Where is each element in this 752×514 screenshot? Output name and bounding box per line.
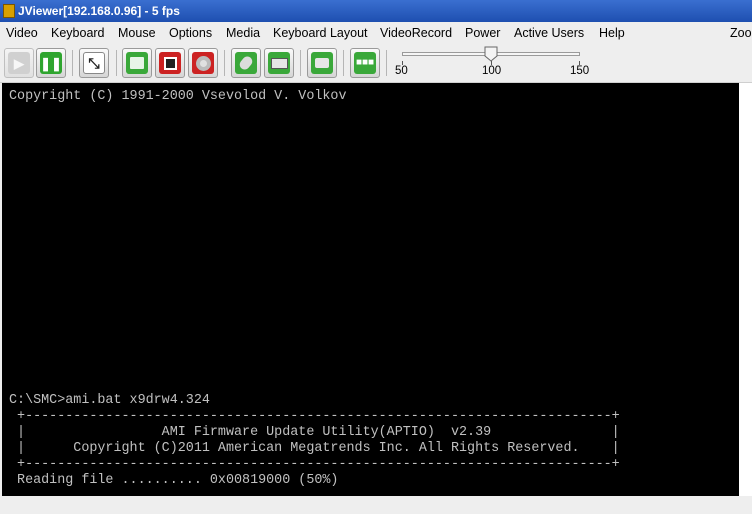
users-icon: ■■■ (354, 52, 376, 74)
play-icon: ▶ (8, 52, 30, 74)
title-bar: JViewer[192.168.0.96] - 5 fps (0, 0, 752, 22)
window-title: JViewer[192.168.0.96] - 5 fps (18, 4, 180, 18)
menu-media[interactable]: Media (226, 22, 260, 44)
canvas-margin (739, 83, 752, 496)
terminal-line: C:\SMC>ami.bat x9drw4.324 (9, 393, 210, 408)
toolbar-separator (386, 50, 387, 76)
zoom-label-max: 150 (570, 65, 590, 77)
keyboard-button[interactable] (264, 48, 294, 78)
toolbar-separator (300, 50, 301, 76)
fullscreen-icon: ⤡ (83, 52, 105, 74)
menu-options[interactable]: Options (169, 22, 212, 44)
terminal-line: +---------------------------------------… (9, 457, 620, 472)
toolbar-separator (72, 50, 73, 76)
save-icon (159, 52, 181, 74)
active-users-button[interactable]: ■■■ (350, 48, 380, 78)
menu-videorecord[interactable]: VideoRecord (380, 22, 452, 44)
camera-icon (311, 52, 333, 74)
toolbar-separator (224, 50, 225, 76)
video-record-button[interactable] (307, 48, 337, 78)
floppy-button[interactable] (122, 48, 152, 78)
toolbar-separator (343, 50, 344, 76)
mouse-button[interactable] (231, 48, 261, 78)
terminal-line: | AMI Firmware Update Utility(APTIO) v2.… (9, 425, 620, 440)
status-area (0, 496, 752, 514)
toolbar-separator (116, 50, 117, 76)
menu-zoom[interactable]: Zoo (730, 22, 752, 44)
terminal-line: Reading file .......... 0x00819000 (50%) (9, 473, 339, 488)
terminal-line: Copyright (C) 1991-2000 Vsevolod V. Volk… (9, 89, 347, 104)
remote-console-screen[interactable]: Copyright (C) 1991-2000 Vsevolod V. Volk… (2, 83, 739, 496)
cdrom-button[interactable] (188, 48, 218, 78)
zoom-slider-thumb[interactable] (484, 46, 498, 62)
play-button[interactable]: ▶ (4, 48, 34, 78)
menu-keyboard[interactable]: Keyboard (51, 22, 105, 44)
pause-button[interactable]: ❚❚ (36, 48, 66, 78)
terminal-line: +---------------------------------------… (9, 409, 620, 424)
pause-icon: ❚❚ (40, 52, 62, 74)
mouse-icon (235, 52, 257, 74)
menu-keyboard-layout[interactable]: Keyboard Layout (273, 22, 368, 44)
toolbar: ▶ ❚❚ ⤡ ■■■ (0, 44, 752, 83)
menu-video[interactable]: Video (6, 22, 38, 44)
cdrom-icon (192, 52, 214, 74)
save-button[interactable] (155, 48, 185, 78)
floppy-icon (126, 52, 148, 74)
menu-power[interactable]: Power (465, 22, 500, 44)
java-app-icon (3, 4, 15, 18)
fullscreen-button[interactable]: ⤡ (79, 48, 109, 78)
terminal-line: | Copyright (C)2011 American Megatrends … (9, 441, 620, 456)
menu-active-users[interactable]: Active Users (514, 22, 584, 44)
menu-help[interactable]: Help (599, 22, 625, 44)
zoom-label-min: 50 (395, 65, 408, 77)
zoom-label-mid: 100 (482, 65, 502, 77)
keyboard-icon (268, 52, 290, 74)
menu-mouse[interactable]: Mouse (118, 22, 156, 44)
menu-bar: Video Keyboard Mouse Options Media Keybo… (0, 22, 752, 44)
